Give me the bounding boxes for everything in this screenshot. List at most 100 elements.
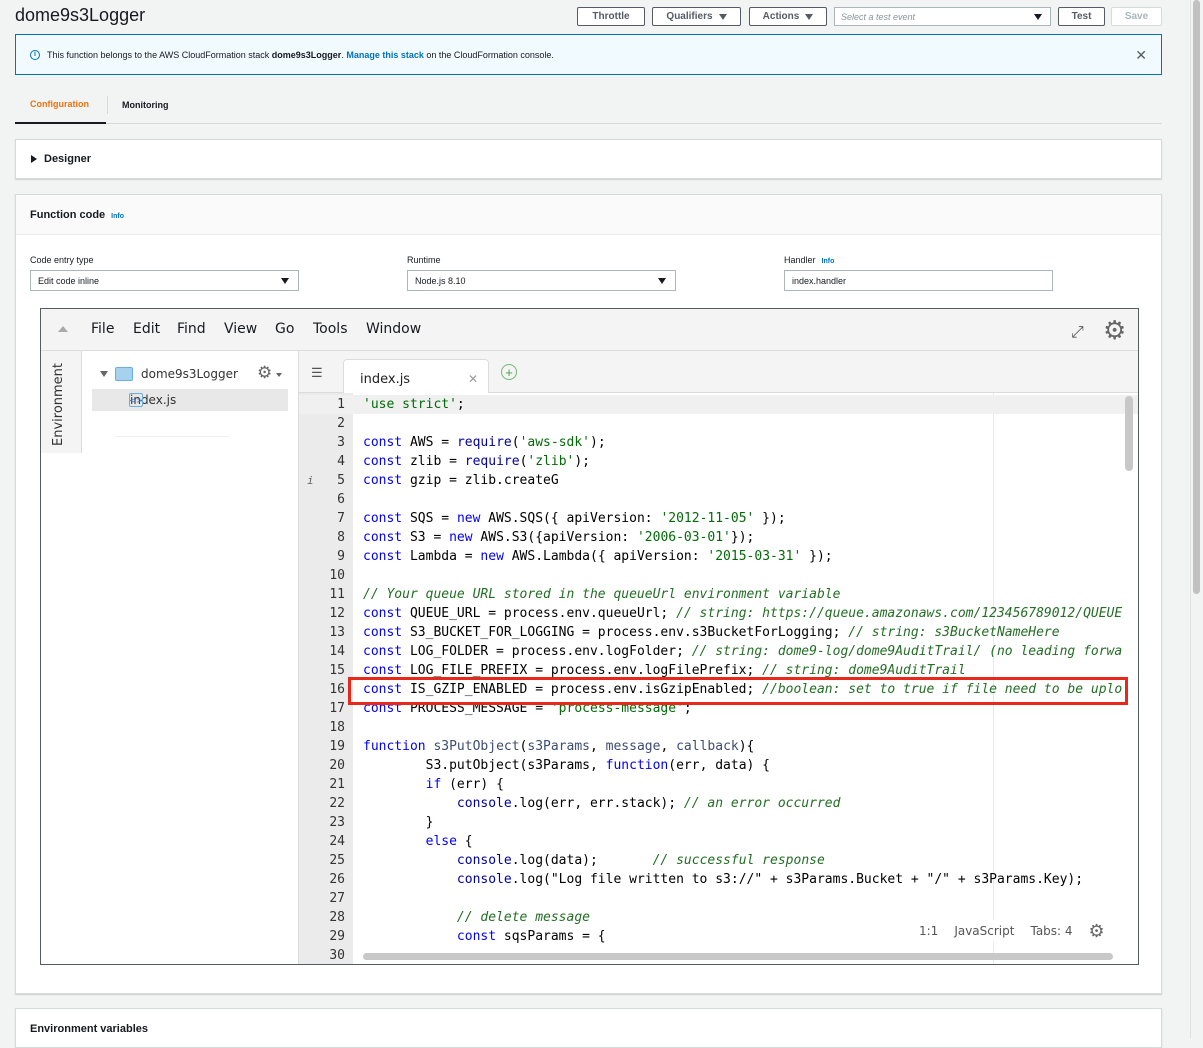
manage-stack-link[interactable]: Manage this stack <box>346 50 424 60</box>
code-line[interactable]: 19 function s3PutObject(s3Params, message… <box>299 737 1138 756</box>
code-text: console.log(data); // successful respons… <box>363 851 825 870</box>
code-token: AWS = <box>402 435 457 450</box>
tab-bar: Configuration Monitoring <box>15 86 1162 124</box>
editor-tab-index-js[interactable]: index.js ✕ <box>343 359 489 393</box>
code-line[interactable]: 20 S3.putObject(s3Params, function(err, … <box>299 756 1138 775</box>
handler-label-text: Handler <box>784 255 816 265</box>
tab-size[interactable]: Tabs: 4 <box>1030 924 1072 938</box>
close-icon[interactable]: ✕ <box>468 372 478 386</box>
test-event-select[interactable]: Select a test event <box>834 7 1051 26</box>
tree-root-folder[interactable]: dome9s3Logger <box>100 367 238 381</box>
horizontal-scrollbar[interactable] <box>363 953 1113 960</box>
code-line[interactable]: 5 i const gzip = zlib.createG <box>299 471 1138 490</box>
code-line[interactable]: 8 const S3 = new AWS.S3({apiVersion: '200… <box>299 528 1138 547</box>
code-token: LOG_FILE_PREFIX = process.env.logFilePre… <box>402 663 763 678</box>
tree-gear-caret-icon <box>276 373 282 377</box>
add-tab-icon[interactable]: + <box>501 364 517 380</box>
menu-tools[interactable]: Tools <box>313 321 348 337</box>
page-scrollbar-thumb[interactable] <box>1193 0 1200 594</box>
code-token: SQS = <box>402 511 457 526</box>
language-mode[interactable]: JavaScript <box>954 924 1014 938</box>
code-line[interactable]: 2 <box>299 414 1138 433</box>
menu-view[interactable]: View <box>224 321 257 337</box>
line-number: 18 <box>329 720 345 735</box>
code-line[interactable]: 26 console.log("Log file written to s3:/… <box>299 870 1138 889</box>
code-line[interactable]: 12 const QUEUE_URL = process.env.queueUrl… <box>299 604 1138 623</box>
save-button[interactable]: Save <box>1111 7 1162 26</box>
code-entry-select[interactable]: Edit code inline <box>30 270 299 291</box>
page-title: dome9s3Logger <box>15 5 146 25</box>
environment-strip[interactable]: Environment <box>41 351 82 453</box>
line-number: 5 <box>337 473 345 488</box>
code-token: , <box>660 739 677 754</box>
code-line[interactable]: 21 if (err) { <box>299 775 1138 794</box>
code-line[interactable]: 18 <box>299 718 1138 737</box>
chevron-down-icon <box>1034 14 1042 20</box>
code-token: function <box>363 739 426 754</box>
code-line[interactable]: 22 console.log(err, err.stack); // an er… <box>299 794 1138 813</box>
code-line[interactable]: 27 <box>299 889 1138 908</box>
function-code-info-link[interactable]: Info <box>111 213 124 220</box>
collapse-icon[interactable] <box>58 326 68 332</box>
menu-file[interactable]: File <box>91 321 114 337</box>
chevron-down-icon <box>658 278 666 284</box>
code-line[interactable]: 10 <box>299 566 1138 585</box>
designer-panel[interactable]: Designer <box>15 139 1162 179</box>
handler-value: index.handler <box>792 276 847 286</box>
code-line[interactable]: 25 console.log(data); // successful resp… <box>299 851 1138 870</box>
function-code-title: Function code <box>30 209 106 221</box>
qualifiers-button[interactable]: Qualifiers <box>652 7 741 26</box>
code-line[interactable]: 9 const Lambda = new AWS.Lambda({ apiVers… <box>299 547 1138 566</box>
vertical-scrollbar[interactable] <box>1125 396 1133 471</box>
actions-button[interactable]: Actions <box>749 7 827 26</box>
code-line[interactable]: 7 const SQS = new AWS.SQS({ apiVersion: '… <box>299 509 1138 528</box>
test-button[interactable]: Test <box>1058 7 1105 26</box>
tab-configuration[interactable]: Configuration <box>15 86 106 124</box>
code-text: } <box>363 813 434 832</box>
close-icon[interactable]: ✕ <box>1135 47 1147 64</box>
code-line[interactable]: 6 <box>299 490 1138 509</box>
code-line[interactable]: 13 const S3_BUCKET_FOR_LOGGING = process.… <box>299 623 1138 642</box>
handler-info-link[interactable]: Info <box>822 258 835 265</box>
code-line[interactable]: 14 const LOG_FOLDER = process.env.logFold… <box>299 642 1138 661</box>
menu-edit[interactable]: Edit <box>133 321 160 337</box>
gear-icon[interactable]: ⚙ <box>1089 921 1105 942</box>
code-token: const <box>363 473 403 488</box>
code-line[interactable]: 4 const zlib = require('zlib'); <box>299 452 1138 471</box>
code-text: // Your queue URL stored in the queueUrl… <box>363 585 840 604</box>
code-line[interactable]: 3 const AWS = require('aws-sdk'); <box>299 433 1138 452</box>
fullscreen-icon[interactable]: ⤢ <box>1071 322 1084 342</box>
menu-find[interactable]: Find <box>177 321 206 337</box>
code-line[interactable]: 24 else { <box>299 832 1138 851</box>
info-icon[interactable]: i <box>307 471 314 490</box>
code-line[interactable]: 11 // Your queue URL stored in the queueU… <box>299 585 1138 604</box>
code-token: // string: dome9-log/dome9AuditTrail/ (n… <box>691 644 1123 659</box>
code-line[interactable]: 1 'use strict'; <box>299 395 1138 414</box>
line-number: 22 <box>329 796 345 811</box>
tab-monitoring[interactable]: Monitoring <box>107 86 184 124</box>
handler-input[interactable]: index.handler <box>784 270 1053 291</box>
line-number: 24 <box>329 834 345 849</box>
line-number: 12 <box>329 606 345 621</box>
caret-down-icon <box>100 371 108 377</box>
throttle-button[interactable]: Throttle <box>577 7 645 26</box>
line-number: 1 <box>337 397 345 412</box>
runtime-select[interactable]: Node.js 8.10 <box>407 270 676 291</box>
code-token: 'use strict' <box>363 397 457 412</box>
info-icon: i <box>30 49 40 60</box>
code-line[interactable]: 23 } <box>299 813 1138 832</box>
tree-gear-icon[interactable]: ⚙ <box>257 363 272 383</box>
menu-go[interactable]: Go <box>275 321 294 337</box>
code-text: // delete message <box>363 908 590 927</box>
js-file-icon: <> <box>129 393 143 407</box>
menu-window[interactable]: Window <box>366 321 421 337</box>
gear-icon[interactable]: ⚙ <box>1103 316 1126 346</box>
banner-stack-name: dome9s3Logger <box>271 49 342 60</box>
code-token: ; <box>456 397 473 412</box>
tree-file-item[interactable]: <> index.js <box>92 389 288 411</box>
code-token: '2006-03-01' <box>636 530 731 545</box>
line-number: 15 <box>329 663 345 678</box>
code-editor: File Edit Find View Go Tools Window ⤢ ⚙ … <box>40 308 1139 965</box>
tab-list-icon[interactable]: ☰ <box>311 365 323 381</box>
qualifiers-label: Qualifiers <box>666 11 713 22</box>
